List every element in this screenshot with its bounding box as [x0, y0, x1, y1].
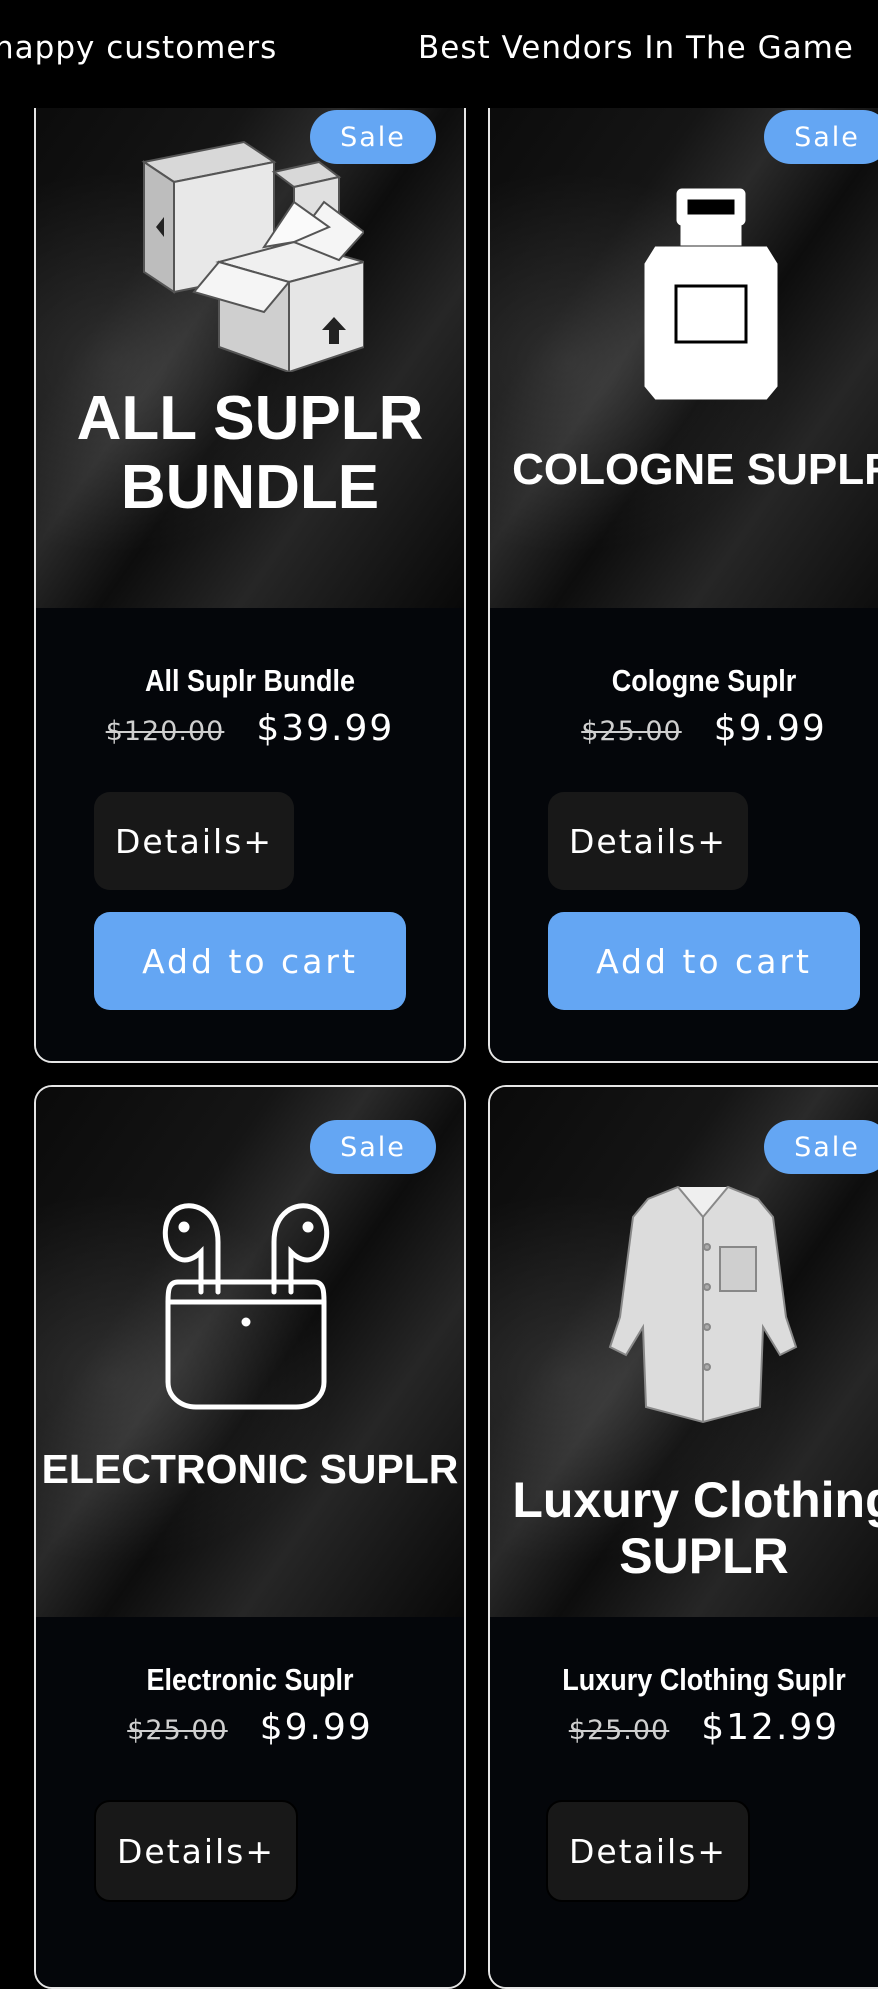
price-row: $120.00 $39.99 [36, 708, 464, 749]
sale-badge: Sale [764, 110, 878, 164]
sale-badge: Sale [310, 1120, 436, 1174]
product-banner-text: ELECTRONIC SUPLR [41, 1446, 459, 1492]
details-button[interactable]: Details+ [546, 1800, 750, 1902]
announcement-marquee: happy customers Best Vendors In The Game [0, 0, 878, 108]
product-title[interactable]: Electronic Suplr [36, 1663, 464, 1698]
details-button[interactable]: Details+ [94, 792, 294, 890]
sale-price: $9.99 [259, 1707, 373, 1748]
details-button[interactable]: Details+ [548, 792, 748, 890]
product-card-all-suplr-bundle[interactable]: ALL SUPLR BUNDLE Sale All Suplr Bundle $… [34, 60, 466, 1063]
product-banner-text: ALL SUPLR BUNDLE [76, 384, 424, 523]
add-to-cart-button[interactable]: Add to cart [548, 912, 860, 1010]
product-info: Cologne Suplr $25.00 $9.99 Details+ Add … [490, 608, 878, 1061]
add-to-cart-button[interactable]: Add to cart [94, 912, 406, 1010]
product-banner-text: Luxury Clothing SUPLR [512, 1472, 878, 1584]
product-info: All Suplr Bundle $120.00 $39.99 Details+… [36, 608, 464, 1061]
sale-price: $12.99 [701, 1707, 840, 1748]
price-row: $25.00 $12.99 [490, 1707, 878, 1748]
compare-at-price: $25.00 [127, 1715, 228, 1746]
product-card-luxury-clothing-suplr[interactable]: Luxury Clothing SUPLR Sale Luxury Clothi… [488, 1085, 878, 1989]
product-title[interactable]: Luxury Clothing Suplr [490, 1663, 878, 1698]
price-row: $25.00 $9.99 [36, 1707, 464, 1748]
sale-price: $9.99 [713, 708, 827, 749]
product-title[interactable]: Cologne Suplr [490, 664, 878, 699]
price-row: $25.00 $9.99 [490, 708, 878, 749]
compare-at-price: $120.00 [105, 716, 225, 747]
product-card-cologne-suplr[interactable]: COLOGNE SUPLR Sale Cologne Suplr $25.00 … [488, 60, 878, 1063]
sale-badge: Sale [764, 1120, 878, 1174]
details-button[interactable]: Details+ [94, 1800, 298, 1902]
product-info: Luxury Clothing Suplr $25.00 $12.99 Deta… [490, 1617, 878, 1987]
product-title[interactable]: All Suplr Bundle [36, 664, 464, 699]
marquee-item-vendors: Best Vendors In The Game [418, 30, 854, 66]
product-card-electronic-suplr[interactable]: ELECTRONIC SUPLR Sale Electronic Suplr $… [34, 1085, 466, 1989]
product-banner-text: COLOGNE SUPLR [512, 445, 878, 494]
sale-badge: Sale [310, 110, 436, 164]
product-info: Electronic Suplr $25.00 $9.99 Details+ [36, 1617, 464, 1987]
earbuds-icon [162, 1203, 330, 1410]
compare-at-price: $25.00 [581, 716, 682, 747]
boxes-icon [141, 140, 364, 372]
cologne-bottle-icon [644, 188, 778, 400]
shirt-icon [608, 1185, 798, 1424]
compare-at-price: $25.00 [568, 1715, 670, 1746]
sale-price: $39.99 [256, 708, 395, 749]
marquee-item-customers: happy customers [0, 30, 278, 66]
